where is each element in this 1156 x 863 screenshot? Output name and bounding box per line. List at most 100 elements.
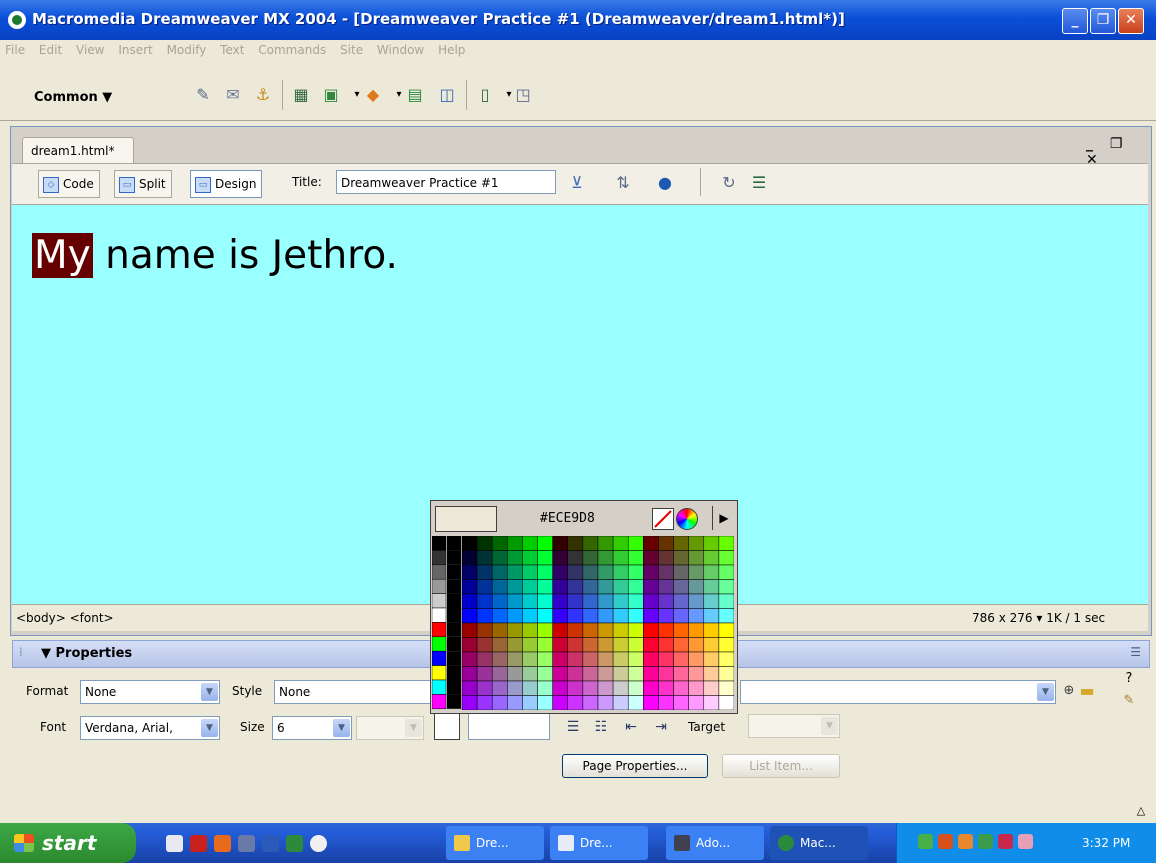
design-icon: ▭ [195,176,211,193]
ordered-list-icon[interactable]: ☷ [590,716,612,738]
acrobat-quicklaunch-icon[interactable] [190,835,207,852]
menu-modify[interactable]: Modify [162,40,212,60]
indent-icon[interactable]: ⇥ [650,716,672,738]
list-item-button[interactable]: List Item... [722,754,840,778]
excel-quicklaunch-icon[interactable] [286,835,303,852]
title-bar[interactable]: Macromedia Dreamweaver MX 2004 - [Dreamw… [0,0,1156,40]
color-swatch-grid[interactable] [432,536,734,710]
design-view-button[interactable]: ▭ Design [190,170,263,198]
chevron-down-icon: ▼ [333,719,350,737]
title-input[interactable]: Dreamweaver Practice #1 [336,170,556,194]
content-text[interactable]: name is Jethro. [93,233,398,278]
image-icon[interactable]: ▣ [320,84,342,106]
tray-icon[interactable] [938,834,953,849]
tray-icon[interactable] [958,834,973,849]
window-size-menu[interactable]: 786 x 276 ▾ 1K / 1 sec [972,604,1105,632]
style-select[interactable]: None [274,680,434,704]
chevron-down-icon: ▼ [1037,683,1054,701]
taskbar-item[interactable]: Dre... [550,826,648,860]
publisher-quicklaunch-icon[interactable] [238,835,255,852]
ie-quicklaunch-icon[interactable] [166,835,183,852]
email-link-icon[interactable]: ✉ [222,84,244,106]
close-button[interactable]: ✕ [1118,8,1144,34]
toolbar-separator [466,80,467,110]
properties-title: ▼ Properties [41,646,133,661]
minimize-button[interactable]: _ [1062,8,1088,34]
selected-text[interactable]: My [32,233,93,278]
expand-triangle-icon[interactable]: △ [1130,800,1152,822]
tray-icon[interactable] [998,834,1013,849]
menu-help[interactable]: Help [433,40,470,60]
folder-icon [454,835,470,851]
date-icon[interactable]: ▤ [404,84,426,106]
preview-browser-icon[interactable]: ● [654,172,676,194]
templates-icon[interactable]: ▯ [474,84,496,106]
powerpoint-quicklaunch-icon[interactable] [214,835,231,852]
menu-edit[interactable]: Edit [34,40,67,60]
media-icon[interactable]: ◆ [362,84,384,106]
tag-selector[interactable]: <body> <font> [16,604,114,632]
view-options-icon[interactable]: ☰ [748,172,770,194]
edit-icon[interactable]: ✎ [1118,690,1140,712]
menu-file[interactable]: File [0,40,30,60]
taskbar-item[interactable]: Dre... [446,826,544,860]
palette-menu-arrow-icon[interactable]: ▶ [712,506,735,530]
toolbar-separator [282,80,283,110]
windows-logo-icon [14,834,34,852]
menu-window[interactable]: Window [372,40,429,60]
named-anchor-icon[interactable]: ⚓ [252,84,274,106]
tray-icon[interactable] [1018,834,1033,849]
code-view-button[interactable]: ◇ Code [38,170,100,198]
menu-text[interactable]: Text [215,40,249,60]
panel-options-icon[interactable]: ☰ [1130,645,1141,659]
unordered-list-icon[interactable]: ☰ [562,716,584,738]
text-color-input[interactable] [468,712,550,740]
chevron-down-icon: ▼ [405,719,422,737]
format-select[interactable]: None ▼ [80,680,220,704]
table-icon[interactable]: ▦ [290,84,312,106]
validate-icon[interactable]: ⊻ [566,172,588,194]
text-color-button[interactable] [434,712,460,740]
menu-insert[interactable]: Insert [113,40,157,60]
refresh-icon[interactable]: ↻ [718,172,740,194]
split-view-button[interactable]: ▭ Split [114,170,172,198]
adobe-icon [674,835,690,851]
comment-icon[interactable]: ◫ [436,84,458,106]
taskbar-item[interactable]: Mac... [770,826,868,860]
restore-button[interactable]: ❐ [1090,8,1116,34]
size-units-select[interactable]: ▼ [356,716,424,740]
menu-site[interactable]: Site [335,40,368,60]
word-doc-icon [558,835,574,851]
title-label: Title: [292,175,322,189]
tag-chooser-icon[interactable]: ◳ [512,84,534,106]
insert-category-menu[interactable]: Common ▼ [34,90,112,105]
file-management-icon[interactable]: ⇅ [612,172,634,194]
system-color-picker-icon[interactable] [676,508,698,530]
font-select[interactable]: Verdana, Arial, ▼ [80,716,220,740]
target-label: Target [688,720,726,734]
dreamweaver-icon [8,11,26,29]
split-icon: ▭ [119,176,135,193]
target-select[interactable]: ▼ [748,714,840,738]
size-select[interactable]: 6 ▼ [272,716,352,740]
chevron-down-icon: ▼ [201,683,218,701]
gripper-icon[interactable]: ⁞ [19,645,23,659]
help-icon[interactable]: ? [1118,668,1140,690]
tab-dream1-html[interactable]: dream1.html* [22,137,134,163]
insert-bar [0,64,1156,121]
outdent-icon[interactable]: ⇤ [620,716,642,738]
page-properties-button[interactable]: Page Properties... [562,754,708,778]
taskbar-item[interactable]: Ado... [666,826,764,860]
word-quicklaunch-icon[interactable] [262,835,279,852]
media-player-quicklaunch-icon[interactable] [310,835,327,852]
menu-view[interactable]: View [71,40,109,60]
tray-icon[interactable] [978,834,993,849]
link-input[interactable]: ▼ [740,680,1056,704]
hyperlink-icon[interactable]: ✎ [192,84,214,106]
menu-commands[interactable]: Commands [253,40,331,60]
page-content[interactable]: My name is Jethro. [32,232,398,280]
tray-icon[interactable] [918,834,933,849]
no-color-icon[interactable] [652,508,674,530]
chevron-down-icon: ▼ [821,717,838,735]
browse-folder-icon[interactable]: ▬ [1076,680,1098,702]
